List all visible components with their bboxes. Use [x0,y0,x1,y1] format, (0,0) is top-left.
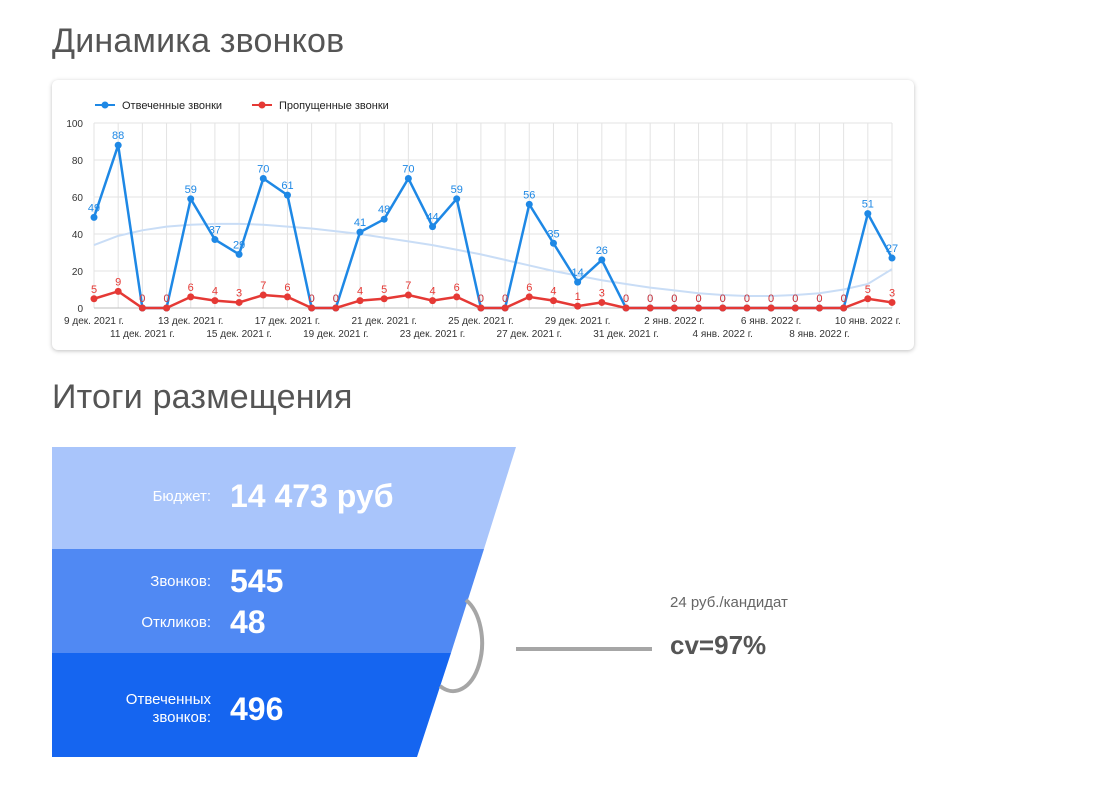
answered-calls-label: Отвеченных звонков: [60,691,211,727]
cost-per-candidate: 24 руб./кандидат [670,594,788,611]
responses-value: 48 [230,604,266,640]
answered-calls-label-line1: Отвеченных [125,691,211,708]
calls-label: Звонков: [150,573,211,590]
budget-label: Бюджет: [152,488,211,505]
budget-value: 14 473 руб [230,478,394,514]
responses-label: Откликов: [141,614,211,631]
answered-calls-label-line2: звонков: [152,709,211,726]
placement-funnel [52,447,652,757]
answered-calls-value: 496 [230,691,284,727]
conversion-rate: cv=97% [670,630,767,660]
calls-value: 545 [230,563,284,599]
